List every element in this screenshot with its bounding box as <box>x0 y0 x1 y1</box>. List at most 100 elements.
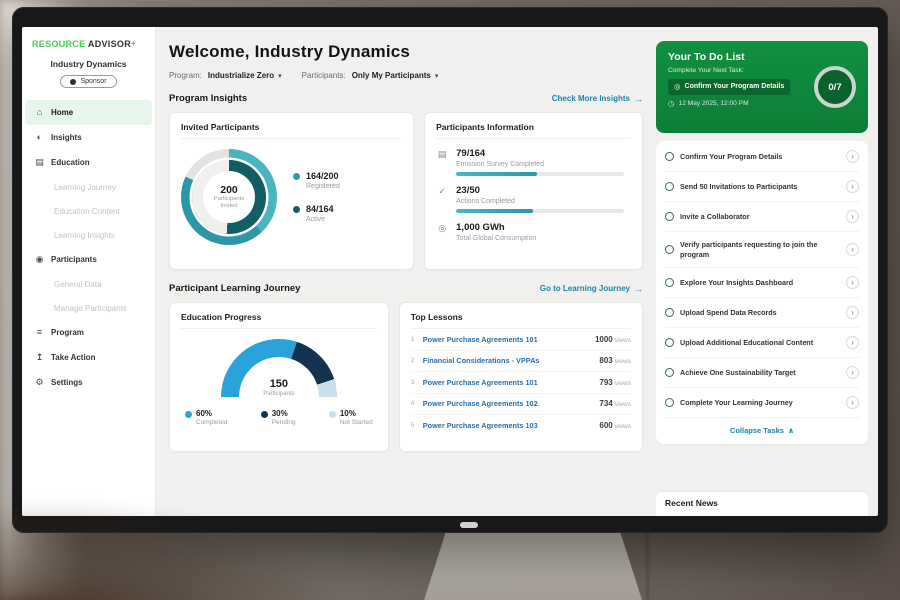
program-insights-title: Program Insights <box>169 93 247 104</box>
lesson-link[interactable]: Power Purchase Agreements 102 <box>423 399 600 408</box>
legend-item-completed: 60% Completed <box>185 409 227 426</box>
sponsor-badge[interactable]: Sponsor <box>60 75 116 88</box>
program-filter-label: Program: <box>169 71 202 80</box>
sidebar-item-home[interactable]: ⌂ Home <box>25 100 152 125</box>
chevron-right-icon[interactable]: › <box>846 306 859 319</box>
task-checkbox[interactable] <box>665 212 674 221</box>
gauge-legend: 60% Completed 30% Pending <box>181 409 377 426</box>
check-more-insights-link[interactable]: Check More Insights → <box>552 94 643 104</box>
chevron-right-icon[interactable]: › <box>846 276 859 289</box>
sidebar-item-take-action[interactable]: ↥ Take Action <box>25 345 152 370</box>
program-insights-header: Program Insights Check More Insights → <box>169 93 643 104</box>
logo-resource: RESOURCE <box>32 39 85 49</box>
sidebar-item-label: Home <box>51 108 73 117</box>
go-to-learning-journey-link[interactable]: Go to Learning Journey → <box>540 284 643 294</box>
sidebar-item-label: Insights <box>51 133 82 142</box>
sidebar-item-insights[interactable]: ◐ Insights <box>25 125 152 150</box>
task-checkbox[interactable] <box>665 278 674 287</box>
todo-panel: Your To Do List Complete Your Next Task:… <box>652 27 878 516</box>
sidebar-item-manage-participants[interactable]: Manage Participants <box>25 296 152 320</box>
arrow-right-icon: → <box>634 284 643 294</box>
task-explore-insights[interactable]: Explore Your Insights Dashboard › <box>665 268 859 298</box>
chevron-right-icon[interactable]: › <box>846 150 859 163</box>
logo-plus: + <box>131 39 136 48</box>
sidebar-item-label: Education Content <box>54 207 120 216</box>
sidebar-item-program[interactable]: ≡ Program <box>25 320 152 345</box>
lesson-row: 2 Financial Considerations - VPPAs 803vi… <box>411 351 631 373</box>
lesson-link[interactable]: Power Purchase Agreements 101 <box>423 335 595 344</box>
lesson-row: 4 Power Purchase Agreements 102 734views <box>411 394 631 416</box>
wall-seam <box>646 532 649 600</box>
page-title: Welcome, Industry Dynamics <box>169 42 643 62</box>
task-checkbox[interactable] <box>665 245 674 254</box>
collapse-tasks-link[interactable]: Collapse Tasks ∧ <box>665 418 859 440</box>
task-upload-educational-content[interactable]: Upload Additional Educational Content › <box>665 328 859 358</box>
sidebar-item-education[interactable]: ▤ Education <box>25 150 152 175</box>
task-checkbox[interactable] <box>665 308 674 317</box>
lessons-card-title: Top Lessons <box>411 312 631 329</box>
sidebar-item-education-content[interactable]: Education Content <box>25 199 152 223</box>
legend-item-pending: 30% Pending <box>261 409 296 426</box>
chevron-right-icon[interactable]: › <box>846 336 859 349</box>
invited-donut-chart: 200 Participants Invited <box>181 149 277 245</box>
donut-center: 200 Participants Invited <box>203 171 255 223</box>
task-confirm-program-details[interactable]: Confirm Your Program Details › <box>665 142 859 172</box>
next-task-pill[interactable]: ◎ Confirm Your Program Details <box>668 79 790 95</box>
legend-item-registered: 164/200 Registered <box>293 171 340 190</box>
top-lessons-card: Top Lessons 1 Power Purchase Agreements … <box>399 302 643 452</box>
invited-card-title: Invited Participants <box>181 122 402 139</box>
sidebar-item-learning-journey[interactable]: Learning Journey <box>25 175 152 199</box>
learning-cards-row: Education Progress 150 Participants <box>169 302 643 452</box>
sidebar-item-learning-insights[interactable]: Learning Insights <box>25 223 152 247</box>
chevron-right-icon[interactable]: › <box>846 366 859 379</box>
task-complete-learning-journey[interactable]: Complete Your Learning Journey › <box>665 388 859 418</box>
legend-dot-pending <box>261 411 268 418</box>
chevron-right-icon[interactable]: › <box>846 210 859 223</box>
lesson-link[interactable]: Power Purchase Agreements 103 <box>423 421 600 430</box>
task-checkbox[interactable] <box>665 182 674 191</box>
lesson-link[interactable]: Power Purchase Agreements 101 <box>423 378 600 387</box>
program-select-value: Industrialize Zero <box>208 71 274 80</box>
todo-task-list: Confirm Your Program Details › Send 50 I… <box>656 141 868 444</box>
dashboard-screen: RESOURCE ADVISOR+ Industry Dynamics Spon… <box>22 27 878 516</box>
participants-information-card: Participants Information ▤ 79/164 Emissi… <box>424 112 643 270</box>
invited-participants-card: Invited Participants 200 Participants In… <box>169 112 414 270</box>
task-checkbox[interactable] <box>665 398 674 407</box>
task-checkbox[interactable] <box>665 368 674 377</box>
chevron-up-icon: ∧ <box>788 426 794 435</box>
task-verify-participants[interactable]: Verify participants requesting to join t… <box>665 232 859 268</box>
legend-item-not-started: 10% Not Started <box>329 409 373 426</box>
sidebar-item-general-data[interactable]: General Data <box>25 272 152 296</box>
settings-icon: ⚙ <box>34 378 45 387</box>
pinfo-row-actions: ✓ 23/50 Actions Completed <box>436 185 631 213</box>
todo-title: Your To Do List <box>668 51 808 63</box>
participants-select[interactable]: Only My Participants ▾ <box>352 71 439 80</box>
pinfo-row-consumption: ◎ 1,000 GWh Total Global Consumption <box>436 222 631 246</box>
pinfo-row-survey: ▤ 79/164 Emission Survey Completed <box>436 148 631 176</box>
task-invite-collaborator[interactable]: Invite a Collaborator › <box>665 202 859 232</box>
monitor-stand <box>424 532 642 600</box>
chevron-right-icon[interactable]: › <box>846 180 859 193</box>
task-send-invitations[interactable]: Send 50 Invitations to Participants › <box>665 172 859 202</box>
task-checkbox[interactable] <box>665 152 674 161</box>
learning-journey-header: Participant Learning Journey Go to Learn… <box>169 283 643 294</box>
main-content: Welcome, Industry Dynamics Program: Indu… <box>156 27 652 516</box>
sidebar-item-settings[interactable]: ⚙ Settings <box>25 370 152 395</box>
program-select[interactable]: Industrialize Zero ▾ <box>208 71 282 80</box>
actions-progress-bar <box>456 209 624 213</box>
filters-bar: Program: Industrialize Zero ▾ Participan… <box>169 71 643 80</box>
task-checkbox[interactable] <box>665 338 674 347</box>
sidebar-item-label: Settings <box>51 378 83 387</box>
chevron-right-icon[interactable]: › <box>846 243 859 256</box>
task-upload-spend-data[interactable]: Upload Spend Data Records › <box>665 298 859 328</box>
chevron-right-icon[interactable]: › <box>846 396 859 409</box>
lesson-row: 3 Power Purchase Agreements 101 793views <box>411 372 631 394</box>
task-achieve-sustainability-target[interactable]: Achieve One Sustainability Target › <box>665 358 859 388</box>
education-progress-card: Education Progress 150 Participants <box>169 302 389 452</box>
arrow-right-icon: → <box>634 94 643 104</box>
recent-news-header[interactable]: Recent News <box>656 492 868 516</box>
sidebar-item-participants[interactable]: ◉ Participants <box>25 247 152 272</box>
legend-dot-active <box>293 206 300 213</box>
donut-center-label: Participants Invited <box>207 196 251 210</box>
lesson-link[interactable]: Financial Considerations - VPPAs <box>423 356 600 365</box>
